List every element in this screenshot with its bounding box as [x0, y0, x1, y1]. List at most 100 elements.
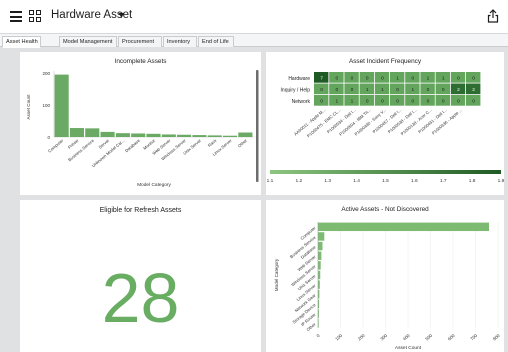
color-scale-tick: 1.9 [498, 178, 504, 184]
heatmap-cell-value: 0 [366, 98, 369, 104]
heatmap-cell-value: 1 [427, 75, 430, 81]
color-scale-tick: 1.8 [469, 178, 476, 184]
color-scale-tick: 1.4 [353, 178, 360, 184]
not-discovered-panel: Active Assets - Not Discovered 0 100 200 30… [266, 200, 504, 352]
bar [318, 232, 325, 241]
heatmap-cell-value: 1 [351, 98, 354, 104]
y-tick-label: 100 [42, 103, 50, 108]
tab-model-management[interactable]: Model Management [59, 36, 117, 47]
tab-asset-health[interactable]: Asset Health [2, 36, 41, 48]
bar [100, 131, 115, 137]
x-tick-label: 400 [402, 333, 411, 342]
tab-end-of-life[interactable]: End of Life [198, 36, 234, 47]
heatmap-cell-value: 0 [351, 87, 354, 93]
heatmap-cell-value: 0 [411, 75, 414, 81]
bar [318, 241, 323, 251]
heatmap-cell-value: 0 [427, 98, 430, 104]
bar [192, 135, 207, 137]
heatmap-cell-value: 0 [381, 75, 384, 81]
heatmap-cell-value: 0 [366, 75, 369, 81]
color-scale-tick: 1.7 [440, 178, 447, 184]
x-axis-label: Model Category [137, 182, 171, 188]
x-tick-label: 800 [492, 333, 501, 342]
heatmap-cell-value: 0 [335, 75, 338, 81]
bar [161, 134, 176, 137]
scrollbar [256, 70, 259, 182]
not-discovered-chart: 0 100 200 300 400 500 600 700 800ComputerBusines… [274, 222, 501, 351]
bar [318, 261, 321, 270]
bar [131, 133, 146, 137]
x-tick-label: Rack [207, 137, 218, 148]
heatmap-cell-value: 0 [472, 75, 475, 81]
y-tick-label: 200 [42, 71, 50, 76]
heatmap-cell-value: 0 [427, 87, 430, 93]
bar [207, 135, 222, 137]
bar [222, 135, 238, 137]
bar [318, 251, 322, 260]
heatmap-cell-value: 0 [381, 98, 384, 104]
tab-inventory[interactable]: Inventory [163, 36, 197, 47]
bar [177, 134, 192, 137]
x-tick-label: 600 [447, 333, 456, 342]
heatmap-cell-value: 2 [457, 87, 460, 93]
x-axis-label: Asset Count [395, 345, 422, 351]
bar [318, 222, 489, 232]
dashboard-dropdown-caret[interactable]: ▼ [117, 10, 126, 20]
heatmap-row-label: Hardware [288, 76, 310, 82]
heatmap-cell-value: 1 [442, 75, 445, 81]
grid-icon[interactable] [29, 10, 42, 23]
bar [318, 270, 321, 280]
x-tick-label: 100 [334, 333, 343, 342]
incomplete-assets-panel: Incomplete Assets 200 100 0 Computer Printer… [20, 52, 261, 195]
share-icon[interactable] [487, 9, 499, 23]
incident-frequency-panel: Asset Incident Frequency Hardware 7 0 0 0 0 1 0… [266, 52, 504, 195]
bar [318, 280, 320, 289]
x-tick-label: Database [124, 138, 141, 154]
heatmap-cell-value: 7 [320, 75, 323, 81]
heatmap-cell-value: 0 [442, 98, 445, 104]
bar [54, 74, 69, 137]
x-tick-label: Server [98, 138, 111, 150]
heatmap-cell-value: 1 [335, 98, 338, 104]
heatmap-cell-value: 0 [396, 98, 399, 104]
heatmap-cell-value: 1 [396, 75, 399, 81]
refresh-assets-title: Eligible for Refresh Assets [99, 207, 182, 214]
tab-procurement[interactable]: Procurement [118, 36, 162, 47]
y-axis-label: Asset Count [26, 94, 31, 120]
x-tick-label: 0 [316, 333, 322, 339]
heatmap-cell-value: 1 [381, 87, 384, 93]
y-axis-label: Model Category [274, 258, 279, 291]
heatmap-cell-value: 0 [442, 87, 445, 93]
heatmap-cell-value: 0 [320, 98, 323, 104]
bar [115, 133, 130, 137]
bar [146, 133, 161, 137]
refresh-assets-count[interactable]: 28 [20, 258, 261, 338]
heatmap-cell-value: 0 [335, 87, 338, 93]
heatmap-cell-value: 0 [457, 75, 460, 81]
color-scale-tick: 1.2 [296, 178, 303, 184]
hamburger-icon[interactable] [10, 11, 22, 22]
x-tick-label: Printer [67, 138, 80, 150]
heatmap-cell-value: 0 [411, 98, 414, 104]
incident-frequency-chart: Hardware 7 0 0 0 0 1 0 1 1 0 0 Inquiry / Help 0 0 0 1 1 0 1… [267, 72, 504, 184]
bar [238, 132, 253, 137]
refresh-assets-panel: Eligible for Refresh Assets 28 [20, 200, 261, 352]
bar [69, 128, 85, 137]
heatmap-row-label: Network [292, 99, 311, 105]
heatmap-cell-value: 0 [351, 75, 354, 81]
x-tick-label: 300 [379, 333, 388, 342]
heatmap-row-label: Inquiry / Help [281, 87, 311, 93]
bar [85, 128, 100, 137]
x-tick-label: 700 [469, 333, 478, 342]
x-tick-label: 500 [424, 333, 433, 342]
x-tick-label: Other [237, 138, 249, 149]
heatmap-cell-value: 0 [472, 98, 475, 104]
heatmap-cell-value: 0 [320, 87, 323, 93]
x-tick-label: 200 [357, 333, 366, 342]
color-scale [270, 170, 501, 174]
heatmap-cell-value: 0 [457, 98, 460, 104]
color-scale-tick: 1.5 [382, 178, 389, 184]
tab-bar: Asset Health Model Management Procuremen… [0, 34, 508, 48]
heatmap-cell-value: 0 [396, 87, 399, 93]
heatmap-cell-value: 1 [411, 87, 414, 93]
